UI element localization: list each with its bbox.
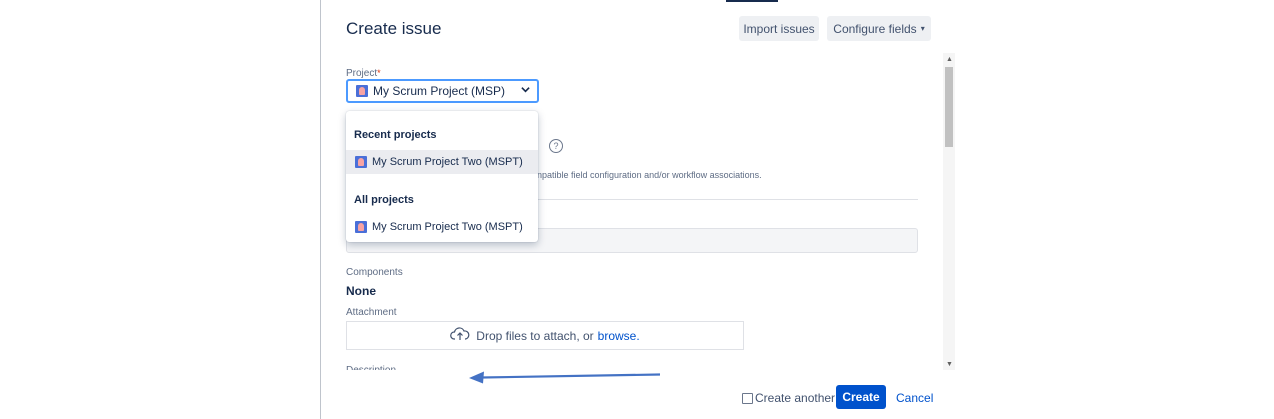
dialog-title: Create issue — [346, 19, 442, 38]
create-button[interactable]: Create — [836, 385, 886, 409]
project-avatar-icon — [355, 221, 367, 233]
all-projects-header: All projects — [354, 194, 414, 206]
arrow-left-icon — [469, 371, 661, 384]
help-icon[interactable]: ? — [549, 139, 563, 153]
components-label: Components — [346, 267, 403, 278]
recent-projects-header: Recent projects — [354, 129, 437, 141]
chevron-down-icon: ▾ — [920, 24, 925, 33]
create-another-checkbox[interactable]: Create another — [742, 391, 835, 405]
cancel-link[interactable]: Cancel — [896, 391, 933, 405]
import-issues-button[interactable]: Import issues — [739, 16, 819, 41]
project-select[interactable]: My Scrum Project (MSP) — [346, 79, 539, 103]
header-tab-indicator — [726, 0, 778, 2]
dropzone-text: Drop files to attach, or — [476, 328, 594, 343]
configure-fields-button[interactable]: Configure fields ▾ — [827, 16, 931, 41]
attachment-label: Attachment — [346, 307, 397, 318]
configure-fields-label: Configure fields — [833, 21, 917, 36]
issue-type-warning-text: npatible field configuration and/or work… — [537, 170, 762, 180]
project-avatar-icon — [355, 156, 367, 168]
browse-link[interactable]: browse. — [598, 329, 640, 343]
project-label-text: Project — [346, 68, 378, 79]
project-option-label: My Scrum Project Two (MSPT) — [372, 221, 523, 233]
attachment-dropzone[interactable]: Drop files to attach, or browse. — [346, 321, 744, 350]
project-option-all[interactable]: My Scrum Project Two (MSPT) — [346, 215, 538, 239]
scrollbar-thumb[interactable] — [945, 67, 953, 147]
dialog-scrollbar[interactable]: ▲ ▼ — [943, 53, 955, 370]
project-option-label: My Scrum Project Two (MSPT) — [372, 156, 523, 168]
required-mark: * — [377, 68, 381, 78]
description-label: Description — [346, 365, 396, 370]
project-select-value: My Scrum Project (MSP) — [373, 84, 506, 98]
project-avatar-icon — [356, 85, 368, 97]
project-dropdown-menu: Recent projects My Scrum Project Two (MS… — [346, 111, 538, 242]
checkbox-box[interactable] — [742, 392, 753, 404]
scroll-down-icon[interactable]: ▼ — [946, 361, 953, 368]
components-value: None — [346, 284, 376, 298]
cloud-upload-icon — [450, 327, 470, 344]
project-label: Project* — [346, 68, 381, 79]
create-another-label: Create another — [755, 391, 836, 405]
project-option-recent[interactable]: My Scrum Project Two (MSPT) — [346, 150, 538, 174]
scroll-up-icon[interactable]: ▲ — [946, 56, 953, 63]
chevron-down-icon — [521, 85, 530, 97]
